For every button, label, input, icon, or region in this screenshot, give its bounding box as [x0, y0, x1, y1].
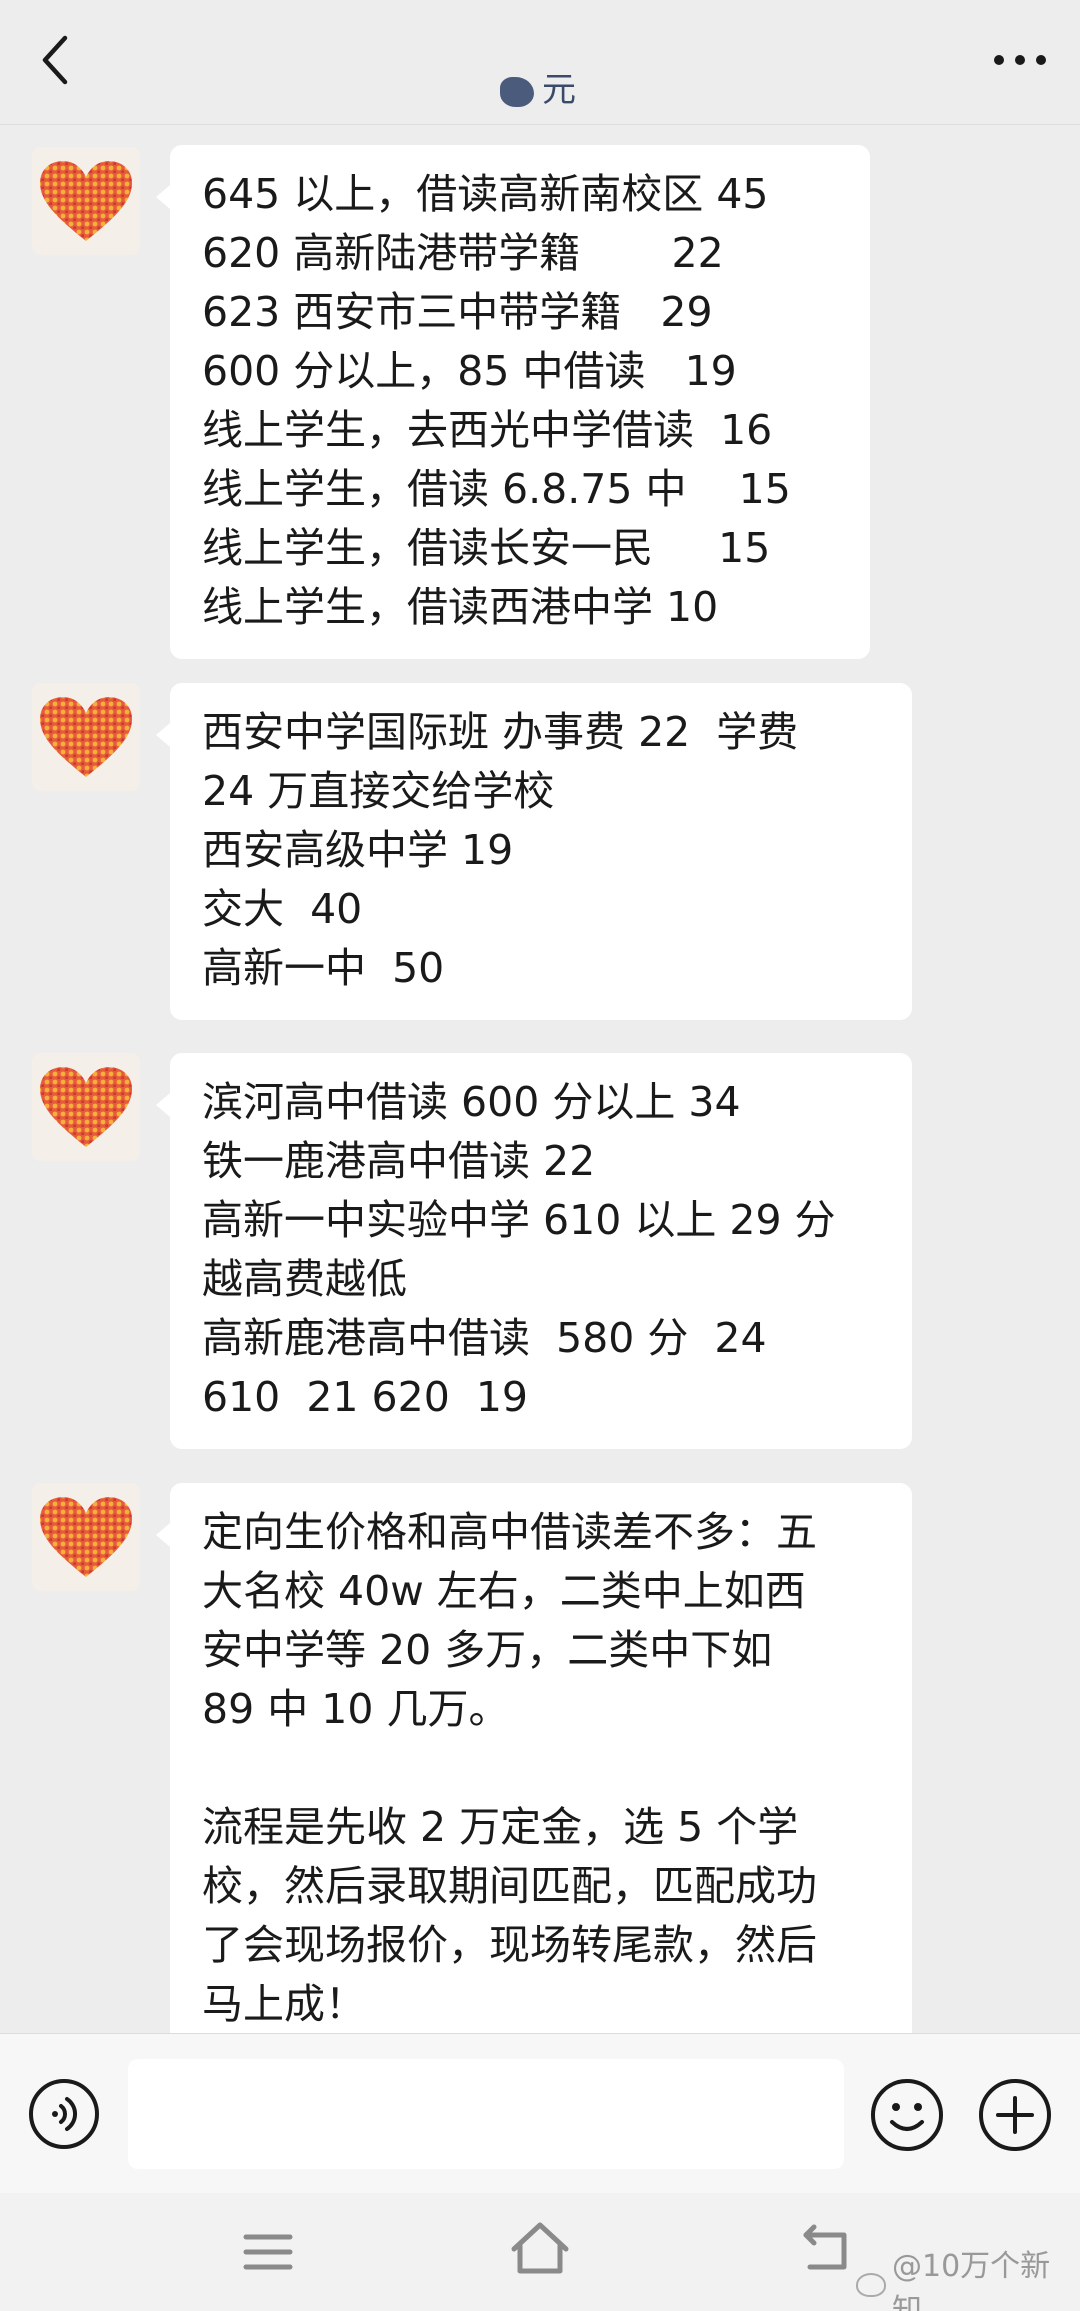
heart-avatar-icon	[40, 161, 132, 241]
message-line: 线上学生，借读西港中学 10	[202, 583, 719, 631]
menu-icon	[243, 2234, 293, 2270]
more-features-button[interactable]	[978, 2078, 1052, 2152]
message-line: 610 21 620 19	[202, 1373, 529, 1421]
message-line: 线上学生，借读长安一民 15	[202, 524, 771, 572]
message-line: 620 高新陆港带学籍 22	[202, 229, 724, 277]
message-line: 600 分以上，85 中借读 19	[202, 347, 737, 395]
message-line: 越高费越低	[202, 1255, 407, 1303]
sender-avatar[interactable]	[32, 147, 140, 255]
message-line: 校，然后录取期间匹配，匹配成功	[202, 1862, 817, 1910]
more-options-button[interactable]	[990, 40, 1050, 80]
plus-icon	[979, 2079, 1051, 2151]
message-line: 24 万直接交给学校	[202, 767, 555, 815]
system-back-button[interactable]	[798, 2223, 854, 2275]
message-input[interactable]	[128, 2059, 844, 2169]
message-line: 线上学生，借读 6.8.75 中 15	[202, 465, 791, 513]
heart-avatar-icon	[40, 1067, 132, 1147]
message-line: 大名校 40w 左右，二类中上如西	[202, 1567, 806, 1615]
message-line: 高新鹿港高中借读 580 分 24	[202, 1314, 767, 1362]
message-input-bar	[0, 2033, 1080, 2194]
message-line: 马上成！	[202, 1980, 366, 2028]
message-line: 89 中 10 几万。	[202, 1685, 510, 1733]
sender-avatar[interactable]	[32, 683, 140, 791]
chat-title-text: 元	[542, 70, 580, 110]
message-line: 流程是先收 2 万定金，选 5 个学	[202, 1803, 799, 1851]
message-line: 西安中学国际班 办事费 22 学费	[202, 708, 799, 756]
sender-avatar[interactable]	[32, 1483, 140, 1591]
home-button[interactable]	[508, 2219, 572, 2279]
weibo-icon	[856, 2273, 886, 2297]
voice-button[interactable]	[28, 2078, 100, 2150]
message-line: 铁一鹿港高中借读 22	[202, 1137, 596, 1185]
message-bubble[interactable]: 645 以上，借读高新南校区 45 620 高新陆港带学籍 22 623 西安市…	[156, 145, 870, 659]
heart-avatar-icon	[40, 697, 132, 777]
message-line: 了会现场报价，现场转尾款，然后	[202, 1921, 817, 1969]
more-horizontal-icon	[994, 55, 1046, 65]
title-avatar-smudge	[500, 76, 534, 107]
message-line: 交大 40	[202, 885, 363, 933]
message-line: 高新一中实验中学 610 以上 29 分	[202, 1196, 836, 1244]
watermark: @10万个新知	[856, 2241, 1080, 2311]
chat-title: 元	[440, 62, 640, 112]
message-bubble[interactable]: 定向生价格和高中借读差不多：五 大名校 40w 左右，二类中上如西 安中学等 2…	[156, 1483, 912, 2033]
chevron-left-icon	[42, 35, 68, 85]
watermark-text: @10万个新知	[891, 2249, 1051, 2311]
chat-header: 元	[0, 0, 1080, 125]
chat-screen: 元 645 以上，借读高新南校区 45 620 高新陆港带学籍 22 623 西…	[0, 0, 1080, 2311]
message-line: 安中学等 20 多万，二类中下如	[202, 1626, 773, 1674]
back-button[interactable]	[30, 30, 78, 90]
message-line: 定向生价格和高中借读差不多：五	[202, 1508, 817, 1556]
emoji-icon	[871, 2079, 943, 2151]
home-icon	[511, 2222, 569, 2274]
message-line	[202, 1739, 880, 1798]
back-icon	[803, 2224, 847, 2270]
message-line: 623 西安市三中带学籍 29	[202, 288, 713, 336]
message-bubble[interactable]: 滨河高中借读 600 分以上 34 铁一鹿港高中借读 22 高新一中实验中学 6…	[156, 1053, 912, 1449]
message-line: 滨河高中借读 600 分以上 34	[202, 1078, 741, 1126]
sender-avatar[interactable]	[32, 1053, 140, 1161]
heart-avatar-icon	[40, 1497, 132, 1577]
message-list[interactable]: 645 以上，借读高新南校区 45 620 高新陆港带学籍 22 623 西安市…	[0, 125, 1080, 2033]
message-line: 645 以上，借读高新南校区 45	[202, 170, 769, 218]
message-line: 线上学生，去西光中学借读 16	[202, 406, 773, 454]
emoji-button[interactable]	[870, 2078, 944, 2152]
message-bubble[interactable]: 西安中学国际班 办事费 22 学费 24 万直接交给学校 西安高级中学 19 交…	[156, 683, 912, 1020]
recent-apps-button[interactable]	[240, 2229, 296, 2275]
message-line: 西安高级中学 19	[202, 826, 514, 874]
message-line: 高新一中 50	[202, 944, 445, 992]
system-navigation-bar: @10万个新知	[0, 2193, 1080, 2311]
voice-icon	[29, 2079, 99, 2149]
